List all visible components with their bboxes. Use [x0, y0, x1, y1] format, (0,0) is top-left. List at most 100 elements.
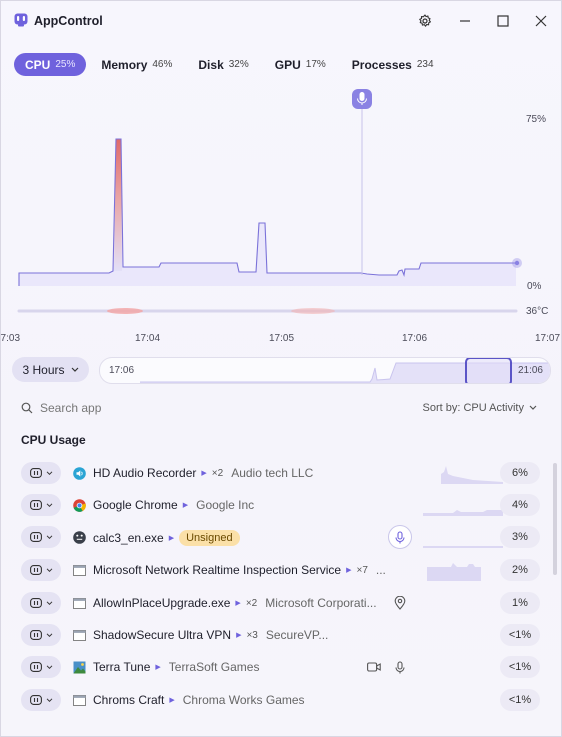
tab-label: CPU [25, 57, 51, 72]
process-vendor: TerraSoft Games [168, 660, 260, 674]
process-row[interactable]: calc3_en.exe ▶ Unsigned 3% [1, 521, 561, 553]
cpu-sparkline [441, 466, 503, 484]
time-axis-label: 17:03 [1, 333, 20, 344]
process-vendor: SecureVP... [265, 628, 329, 642]
tab-value: 17% [305, 59, 326, 70]
microphone-access-indicator[interactable] [388, 525, 412, 549]
expand-arrow-icon[interactable]: ▶ [169, 534, 174, 542]
time-axis-label: 17:07 [535, 333, 560, 344]
close-button[interactable] [530, 11, 552, 31]
process-vendor: Google Inc [196, 498, 255, 512]
control-icon [29, 500, 42, 510]
expand-arrow-icon[interactable]: ▶ [183, 501, 188, 509]
timeline-window-handle[interactable] [465, 358, 512, 383]
process-control-toggle[interactable] [21, 559, 61, 581]
tab-disk[interactable]: Disk 32% [187, 53, 259, 76]
cpu-percentage: <1% [500, 624, 540, 646]
tab-gpu[interactable]: GPU 17% [264, 53, 337, 76]
timeline-scrubber[interactable]: 17:06 21:06 [99, 357, 551, 384]
maximize-button[interactable] [492, 11, 514, 31]
maximize-icon [497, 15, 509, 27]
process-row[interactable]: HD Audio Recorder ▶ ×2 Audio tech LLC 6% [1, 457, 561, 489]
process-vendor: ... [375, 563, 386, 577]
window-app-icon [73, 565, 86, 576]
temperature-hotspot [107, 308, 143, 314]
process-name: Microsoft Network Realtime Inspection Se… [93, 563, 342, 577]
process-control-toggle[interactable] [21, 656, 61, 678]
process-control-toggle[interactable] [21, 689, 61, 711]
process-name: AllowInPlaceUpgrade.exe [93, 596, 231, 610]
speaker-app-icon [73, 467, 86, 480]
tab-value: 46% [152, 59, 173, 70]
cpu-percentage: <1% [500, 689, 540, 711]
cpu-percentage: 4% [500, 494, 540, 516]
tab-processes[interactable]: Processes 234 [341, 53, 445, 76]
expand-arrow-icon[interactable]: ▶ [346, 566, 351, 574]
landscape-app-icon [73, 661, 86, 674]
list-scrollbar[interactable] [553, 463, 557, 575]
microphone-access-indicator[interactable] [392, 659, 408, 675]
search-icon [21, 402, 33, 414]
playhead-mic-marker[interactable] [352, 89, 372, 109]
process-row[interactable]: AllowInPlaceUpgrade.exe ▶ ×2 Microsoft C… [1, 587, 561, 619]
control-icon [29, 598, 42, 608]
chevron-down-icon [71, 367, 78, 372]
instance-count: ×2 [245, 597, 258, 609]
chevron-down-icon [529, 405, 537, 410]
search-input[interactable] [40, 401, 200, 415]
process-row[interactable]: Chroms Craft ▶ Chroma Works Games <1% [1, 684, 561, 716]
search-bar [21, 401, 200, 415]
tab-cpu[interactable]: CPU 25% [14, 53, 87, 76]
time-range-dropdown[interactable]: 3 Hours [12, 357, 89, 382]
process-name: HD Audio Recorder [93, 466, 197, 480]
expand-arrow-icon[interactable]: ▶ [169, 696, 174, 704]
process-control-toggle[interactable] [21, 592, 61, 614]
chevron-down-icon [46, 697, 52, 702]
process-control-toggle[interactable] [21, 526, 61, 548]
window-app-icon [73, 695, 86, 706]
process-name: Terra Tune [93, 660, 151, 674]
tab-memory[interactable]: Memory 46% [90, 53, 183, 76]
location-access-indicator[interactable] [392, 595, 408, 611]
control-icon [29, 468, 42, 478]
control-icon [29, 662, 42, 672]
camera-access-indicator[interactable] [366, 659, 382, 675]
cpu-sparkline [423, 546, 503, 548]
expand-arrow-icon[interactable]: ▶ [236, 631, 241, 639]
tab-value: 32% [228, 59, 249, 70]
instance-count: ×2 [211, 467, 224, 479]
process-control-toggle[interactable] [21, 494, 61, 516]
unsigned-badge: Unsigned [179, 530, 240, 546]
instance-count: ×3 [246, 629, 258, 641]
process-control-toggle[interactable] [21, 624, 61, 646]
expand-arrow-icon[interactable]: ▶ [201, 469, 206, 477]
cpu-area-fill [19, 139, 516, 286]
sort-dropdown[interactable]: Sort by: CPU Activity [423, 402, 537, 414]
tab-value: 25% [55, 59, 76, 70]
cpu-percentage: <1% [500, 656, 540, 678]
chevron-down-icon [46, 567, 52, 572]
settings-button[interactable] [414, 11, 436, 31]
chevron-down-icon [46, 632, 52, 637]
tab-label: GPU [274, 57, 301, 72]
camera-icon [367, 662, 381, 672]
cpu-percentage: 1% [500, 592, 540, 614]
calc-app-icon [73, 531, 86, 544]
process-control-toggle[interactable] [21, 462, 61, 484]
expand-arrow-icon[interactable]: ▶ [235, 599, 240, 607]
cpu-usage-chart[interactable]: 75% 0% 36°C 17:03 17:04 17:05 17:06 17:0… [1, 85, 562, 347]
sort-label: Sort by: CPU Activity [422, 402, 524, 414]
control-icon [29, 630, 42, 640]
process-vendor: Audio tech LLC [231, 466, 314, 480]
temperature-hotspot [291, 308, 335, 314]
tab-label: Memory [101, 57, 148, 72]
process-row[interactable]: Google Chrome ▶ Google Inc 4% [1, 489, 561, 521]
expand-arrow-icon[interactable]: ▶ [155, 663, 160, 671]
minimize-button[interactable] [454, 11, 476, 31]
app-logo-icon [14, 13, 28, 27]
process-row[interactable]: Microsoft Network Realtime Inspection Se… [1, 554, 561, 586]
process-name: ShadowSecure Ultra VPN [93, 628, 232, 642]
process-row[interactable]: ShadowSecure Ultra VPN ▶ ×3 SecureVP... … [1, 619, 561, 651]
app-window: AppControl CPU 25% Memory 46% Disk 32% G… [0, 0, 562, 737]
process-row[interactable]: Terra Tune ▶ TerraSoft Games <1% [1, 651, 561, 683]
